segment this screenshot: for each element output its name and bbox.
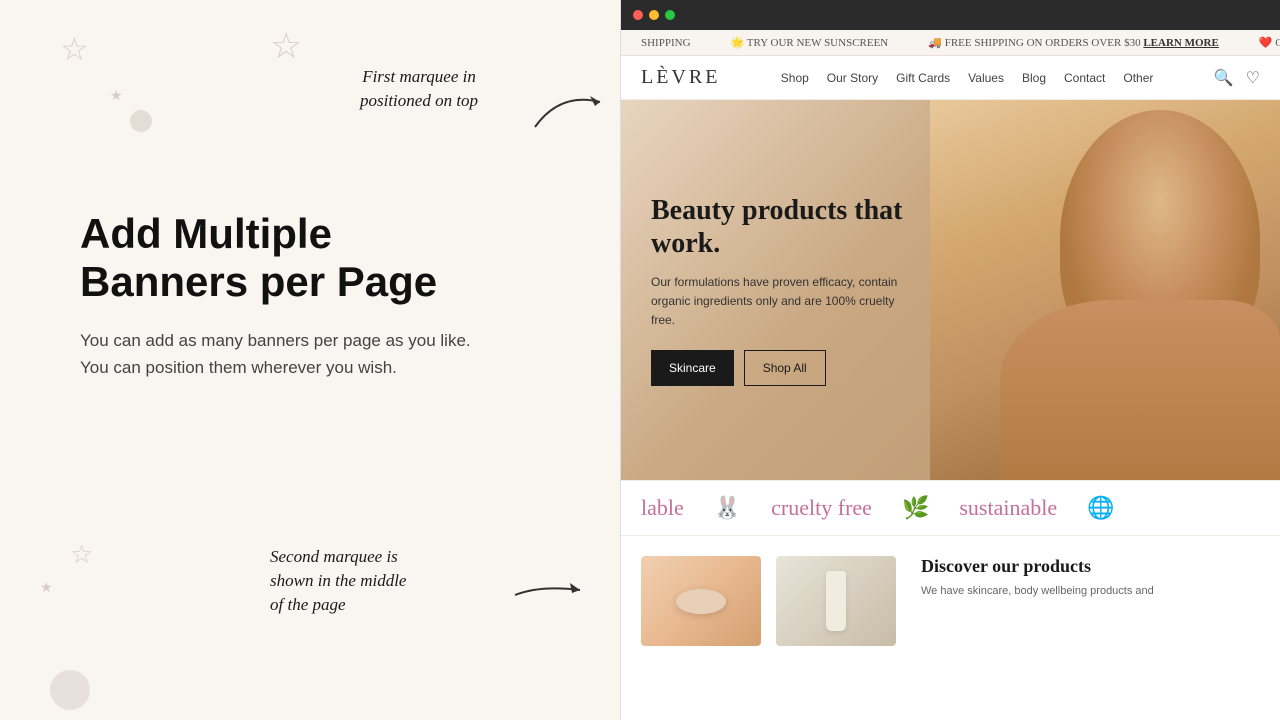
search-icon[interactable]: 🔍 (1214, 68, 1234, 88)
bunny-icon: 🐰 (714, 495, 741, 521)
browser-maximize-dot (665, 10, 675, 20)
banner-item-free-shipping: 🚚 FREE SHIPPING ON ORDERS OVER $30 LEARN… (928, 36, 1219, 49)
products-title: Discover our products (921, 556, 1250, 577)
product-cream-shape (676, 589, 726, 614)
left-panel: ☆ ☆ ★ ☆ ★ First marquee in positioned on… (0, 0, 620, 720)
navbar: LÈVRE Shop Our Story Gift Cards Values B… (621, 56, 1280, 100)
browser-minimize-dot (649, 10, 659, 20)
hero-title: Beauty products that work. (651, 194, 911, 261)
decorative-star-3: ★ (110, 88, 123, 105)
decorative-star-4: ☆ (70, 540, 93, 570)
page-description: You can add as many banners per page as … (80, 327, 480, 381)
decorative-circle-1 (130, 110, 152, 132)
annotation-second-marquee: Second marquee is shown in the middle of… (270, 545, 406, 616)
banner-item-discount: ❤️ GET 20% OFF FOR FIRST ORDER WITH CODE (1259, 36, 1280, 49)
marquee-lable-text: lable (641, 495, 684, 521)
marquee-item-leaf: 🌿 (902, 495, 929, 521)
browser-chrome (621, 0, 1280, 30)
decorative-star-2: ☆ (270, 25, 302, 67)
decorative-star-5: ★ (40, 580, 53, 597)
page-title: Add Multiple Banners per Page (80, 210, 480, 307)
annotation-first-marquee-text: First marquee in positioned on top (360, 65, 478, 113)
marquee-item-sustainable: sustainable (959, 495, 1057, 521)
hero-body-shape (1000, 300, 1280, 480)
shop-all-button[interactable]: Shop All (744, 350, 826, 386)
decorative-star-1: ☆ (60, 30, 89, 68)
sustainable-text: sustainable (959, 495, 1057, 521)
product-bottle-shape (826, 571, 846, 631)
top-marquee-banner: SHIPPING 🌟 TRY OUR NEW SUNSCREEN 🚚 FREE … (621, 30, 1280, 56)
browser-window: SHIPPING 🌟 TRY OUR NEW SUNSCREEN 🚚 FREE … (620, 0, 1280, 720)
banner-sunscreen-text: 🌟 TRY OUR NEW SUNSCREEN (731, 36, 889, 49)
nav-links: Shop Our Story Gift Cards Values Blog Co… (781, 71, 1154, 85)
skincare-button[interactable]: Skincare (651, 350, 734, 386)
browser-close-dot (633, 10, 643, 20)
hero-buttons: Skincare Shop All (651, 350, 911, 386)
arrow-1 (530, 82, 610, 142)
banner-discount-text: ❤️ GET 20% OFF FOR FIRST ORDER WITH CODE (1259, 36, 1280, 49)
products-subtitle: We have skincare, body wellbeing product… (921, 583, 1250, 600)
marquee-item-bunny: 🐰 (714, 495, 741, 521)
banner-free-shipping-text: 🚚 FREE SHIPPING ON ORDERS OVER $30 LEARN… (928, 36, 1219, 49)
products-text: Discover our products We have skincare, … (911, 556, 1260, 646)
nav-other[interactable]: Other (1123, 71, 1153, 85)
marquee-item-lable: lable (641, 495, 684, 521)
banner-shipping-text: SHIPPING (641, 37, 691, 49)
globe-icon: 🌐 (1087, 495, 1114, 521)
learn-more-link[interactable]: LEARN MORE (1143, 37, 1218, 49)
wishlist-icon[interactable]: ♡ (1246, 68, 1260, 88)
nav-contact[interactable]: Contact (1064, 71, 1105, 85)
product-card-1 (641, 556, 761, 646)
marquee-item-cruelty-free: cruelty free (771, 495, 872, 521)
hero-content: Beauty products that work. Our formulati… (621, 154, 941, 427)
hero-subtitle: Our formulations have proven efficacy, c… (651, 273, 911, 331)
product-card-2 (776, 556, 896, 646)
products-section: Discover our products We have skincare, … (621, 536, 1280, 646)
arrow-2 (510, 560, 590, 620)
marquee-content: lable 🐰 cruelty free 🌿 sustainable 🌐 (621, 495, 1135, 521)
banner-inner: SHIPPING 🌟 TRY OUR NEW SUNSCREEN 🚚 FREE … (621, 36, 1280, 49)
nav-icons: 🔍 ♡ (1214, 68, 1260, 88)
main-heading-section: Add Multiple Banners per Page You can ad… (80, 210, 480, 381)
middle-marquee-banner: lable 🐰 cruelty free 🌿 sustainable 🌐 (621, 480, 1280, 536)
nav-blog[interactable]: Blog (1022, 71, 1046, 85)
banner-item-sunscreen: 🌟 TRY OUR NEW SUNSCREEN (731, 36, 889, 49)
nav-our-story[interactable]: Our Story (827, 71, 878, 85)
cruelty-free-text: cruelty free (771, 495, 872, 521)
annotation-first-marquee: First marquee in positioned on top (360, 65, 478, 113)
marquee-item-globe: 🌐 (1087, 495, 1114, 521)
nav-gift-cards[interactable]: Gift Cards (896, 71, 950, 85)
decorative-circle-2 (50, 670, 90, 710)
nav-shop[interactable]: Shop (781, 71, 809, 85)
nav-logo[interactable]: LÈVRE (641, 66, 720, 89)
nav-values[interactable]: Values (968, 71, 1004, 85)
hero-section: Beauty products that work. Our formulati… (621, 100, 1280, 480)
leaf-icon: 🌿 (902, 495, 929, 521)
annotation-second-marquee-text: Second marquee is shown in the middle of… (270, 545, 406, 616)
banner-item-shipping: SHIPPING (641, 36, 691, 49)
